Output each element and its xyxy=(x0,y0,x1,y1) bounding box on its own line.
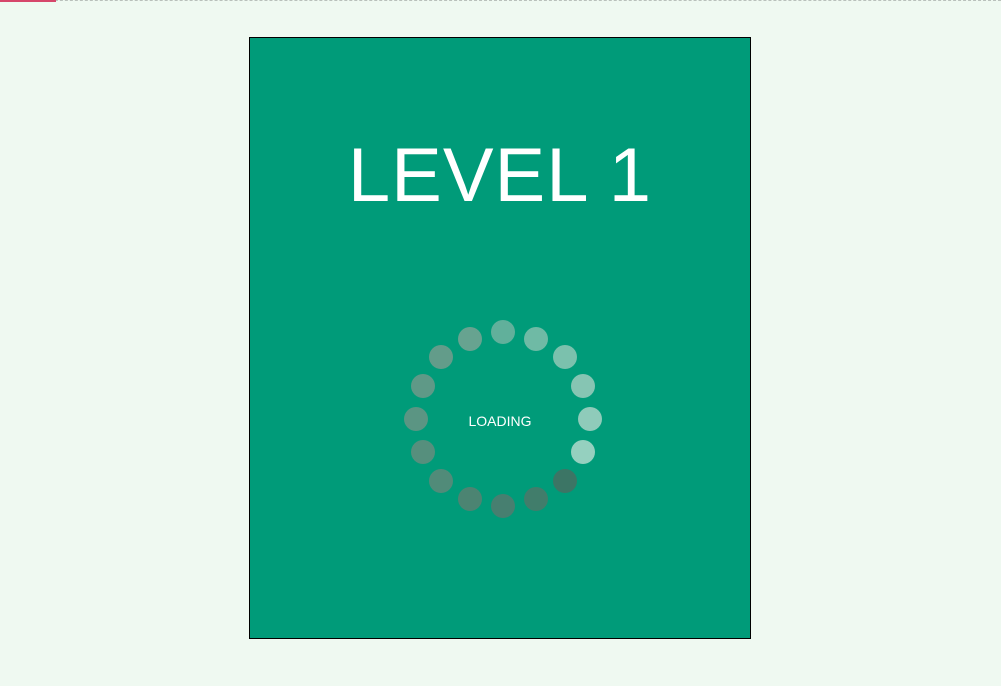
spinner-dot xyxy=(429,345,454,370)
page-top-accent xyxy=(0,0,56,2)
spinner-dot xyxy=(491,494,515,518)
spinner-dot xyxy=(571,440,596,465)
loading-spinner xyxy=(250,38,750,638)
spinner-dot xyxy=(457,326,482,351)
spinner-dot xyxy=(524,487,549,512)
spinner-dot xyxy=(552,468,577,493)
spinner-dot xyxy=(410,373,435,398)
spinner-dot xyxy=(410,440,435,465)
spinner-dot xyxy=(429,468,454,493)
spinner-dot xyxy=(571,373,596,398)
spinner-dot xyxy=(457,487,482,512)
loading-label: LOADING xyxy=(468,413,532,429)
spinner-dot xyxy=(524,326,549,351)
page-top-border xyxy=(0,0,1001,1)
spinner-dot xyxy=(491,320,515,344)
spinner-dot xyxy=(552,345,577,370)
game-canvas[interactable]: LEVEL 1 LOADING xyxy=(249,37,751,639)
